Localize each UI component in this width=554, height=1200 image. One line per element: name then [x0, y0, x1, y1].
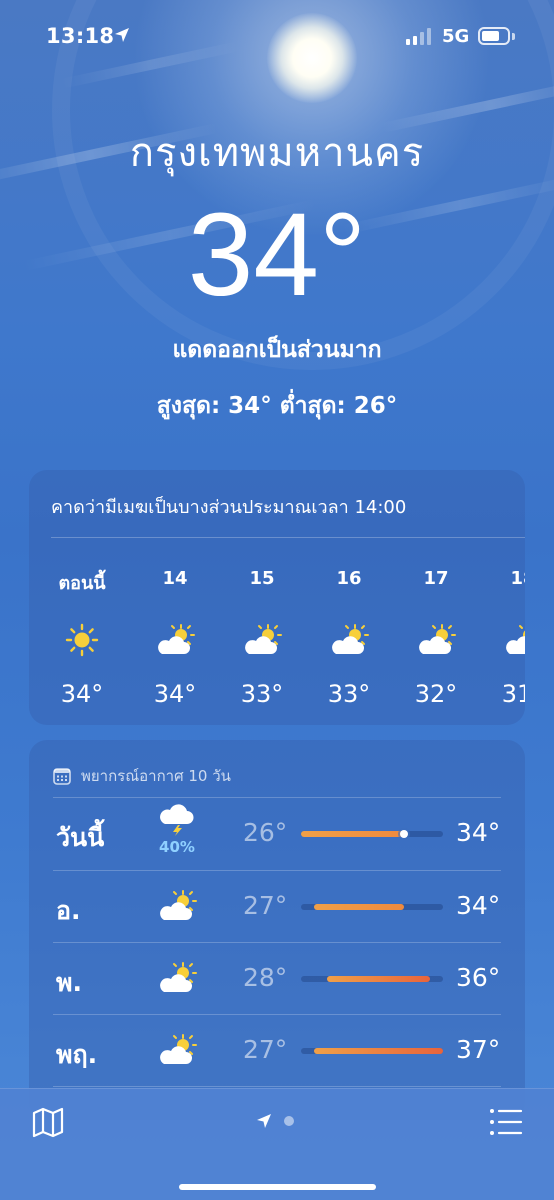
partly-cloudy-icon: [160, 962, 197, 992]
hour-label: 16: [336, 568, 362, 589]
hour-temp: 31°: [501, 680, 525, 708]
partly-cloudy-icon: [140, 620, 210, 660]
hour-temp: 34°: [153, 680, 197, 708]
day-high: 36°: [456, 963, 501, 992]
hour-label: 18: [510, 568, 525, 589]
condition-text: แดดออกเป็นส่วนมาก: [172, 337, 382, 363]
list-icon[interactable]: [489, 1107, 523, 1137]
hour-item: 15 33°: [227, 568, 297, 708]
hourly-summary: คาดว่ามีเมฆเป็นบางส่วนประมาณเวลา 14:00: [51, 497, 407, 518]
hour-label: 17: [423, 568, 449, 589]
hour-temp: 32°: [414, 680, 458, 708]
hour-item: 18 31°: [488, 568, 525, 708]
hourly-forecast-card[interactable]: คาดว่ามีเมฆเป็นบางส่วนประมาณเวลา 14:00 ต…: [29, 470, 525, 725]
day-icon-wrap: [155, 889, 199, 923]
day-icon-wrap: [155, 961, 199, 995]
map-icon[interactable]: [31, 1105, 65, 1139]
hour-item: ตอนนี้ 34°: [47, 568, 117, 708]
divider: [51, 537, 525, 538]
day-row[interactable]: วันนี้ 40% 26° 34°: [29, 798, 525, 870]
signal-bars-icon: [406, 28, 431, 45]
sun-icon: [47, 620, 117, 660]
temp-range-fill: [313, 904, 405, 910]
day-name: พฤ.: [56, 1040, 98, 1069]
day-icon-wrap: [155, 1033, 199, 1067]
hour-temp: 33°: [240, 680, 284, 708]
hour-label: 15: [249, 568, 275, 589]
day-low: 28°: [243, 963, 288, 992]
partly-cloudy-icon: [488, 620, 525, 660]
daily-header-label: พยากรณ์อากาศ 10 วัน: [81, 767, 231, 785]
weather-header: กรุงเทพมหานคร 34° แดดออกเป็นส่วนมาก สูงส…: [0, 120, 554, 424]
day-row[interactable]: พ. 28° 36°: [29, 943, 525, 1015]
partly-cloudy-icon: [227, 620, 297, 660]
temp-range-fill: [301, 831, 405, 837]
hour-item: 14 34°: [140, 568, 210, 708]
current-temperature: 34°: [187, 189, 367, 321]
page-dot: [284, 1116, 294, 1126]
calendar-icon: [53, 768, 71, 785]
day-name: วันนี้: [56, 823, 105, 852]
temp-range-fill: [313, 1048, 443, 1054]
daily-header: พยากรณ์อากาศ 10 วัน: [53, 764, 231, 788]
status-bar: 13:18 5G: [0, 0, 554, 70]
temp-range-bar: [301, 1048, 443, 1054]
day-high: 34°: [456, 891, 501, 920]
temp-range-bar: [301, 830, 443, 838]
precip-chance: 40%: [159, 838, 195, 856]
day-low: 26°: [243, 818, 288, 847]
hour-temp: 34°: [60, 680, 104, 708]
day-high: 34°: [456, 818, 501, 847]
thunderstorm-icon: [160, 804, 194, 836]
battery-tip: [512, 33, 515, 40]
home-indicator: [179, 1184, 376, 1190]
partly-cloudy-icon: [314, 620, 384, 660]
day-row[interactable]: อ. 27° 34°: [29, 871, 525, 943]
day-high: 37°: [456, 1035, 501, 1064]
day-low: 27°: [243, 1035, 288, 1064]
high-low-text: สูงสุด: 34° ต่ำสุด: 26°: [156, 393, 398, 419]
hour-item: 17 32°: [401, 568, 471, 708]
day-low: 27°: [243, 891, 288, 920]
hour-item: 16 33°: [314, 568, 384, 708]
hour-temp: 33°: [327, 680, 371, 708]
temp-range-bar: [301, 904, 443, 910]
battery-icon: [478, 27, 510, 45]
day-row[interactable]: พฤ. 27° 37°: [29, 1015, 525, 1087]
location-arrow-icon: [115, 28, 129, 42]
partly-cloudy-icon: [160, 890, 197, 920]
bottom-toolbar: [0, 1088, 554, 1200]
day-name: อ.: [56, 896, 81, 925]
divider: [53, 1086, 501, 1087]
page-indicator[interactable]: [256, 1113, 294, 1129]
daily-forecast-card[interactable]: พยากรณ์อากาศ 10 วัน วันนี้ 40% 26° 34° อ…: [29, 740, 525, 1120]
network-type: 5G: [442, 26, 470, 47]
partly-cloudy-icon: [401, 620, 471, 660]
day-icon-wrap: 40%: [155, 804, 199, 856]
day-name: พ.: [56, 968, 82, 997]
current-temp-dot: [400, 830, 409, 838]
location-arrow-icon: [257, 1114, 271, 1128]
hour-label: 14: [162, 568, 188, 589]
status-time: 13:18: [46, 24, 115, 48]
city-name: กรุงเทพมหานคร: [129, 130, 425, 176]
temp-range-fill: [326, 976, 431, 982]
temp-range-bar: [301, 976, 443, 982]
partly-cloudy-icon: [160, 1034, 197, 1064]
hour-label: ตอนนี้: [58, 573, 106, 594]
